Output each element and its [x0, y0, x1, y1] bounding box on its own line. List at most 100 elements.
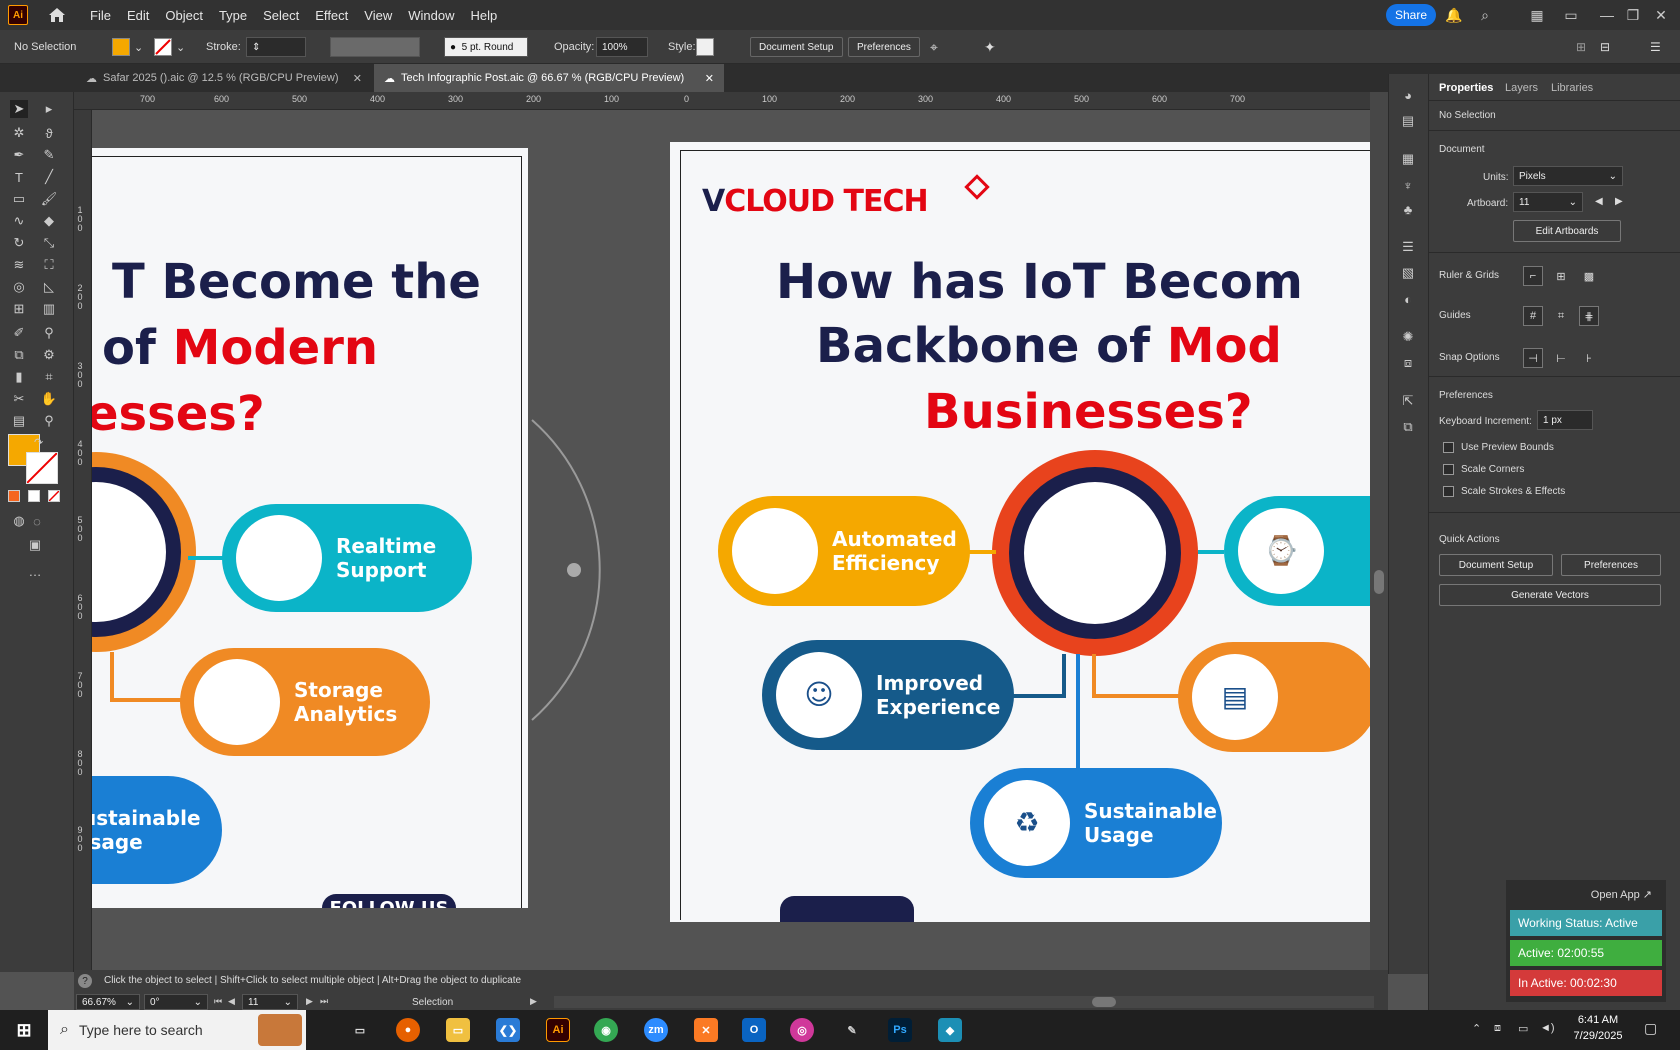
measure-icon[interactable]: ⚲	[40, 324, 58, 342]
clock-date[interactable]: 7/29/2025	[1568, 1030, 1628, 1042]
brushes-icon[interactable]: ♆	[1399, 176, 1417, 194]
graph-tool-icon[interactable]: ▮	[10, 368, 28, 386]
preferences-button[interactable]: Preferences	[1561, 554, 1661, 576]
prev-artboard-icon[interactable]: ◀	[228, 996, 235, 1007]
transparency-grid-icon[interactable]: ▩	[1579, 266, 1599, 286]
smart-guides-icon[interactable]: ⋕	[1579, 306, 1599, 326]
vscode-icon[interactable]: ❮❯	[496, 1018, 520, 1042]
menu-view[interactable]: View	[356, 8, 400, 23]
guides-show-icon[interactable]: #	[1523, 306, 1543, 326]
brush-definition[interactable]: ● 5 pt. Round	[444, 37, 528, 57]
print-tiling-icon[interactable]: ▤	[10, 412, 28, 430]
firefox-icon[interactable]: ●	[396, 1018, 420, 1042]
selection-tool-icon[interactable]: ➤	[10, 100, 28, 118]
curvature-tool-icon[interactable]: ✎	[40, 146, 58, 164]
draw-normal-icon[interactable]: ◍	[10, 512, 28, 530]
tab-properties[interactable]: Properties	[1439, 82, 1493, 94]
blend-tool-icon[interactable]: ⧉	[10, 346, 28, 364]
use-preview-bounds-checkbox[interactable]	[1443, 442, 1454, 453]
generate-vectors-button[interactable]: Generate Vectors	[1439, 584, 1661, 606]
perspective-grid-icon[interactable]: ◺	[40, 278, 58, 296]
opacity-field[interactable]: 100%	[596, 37, 648, 57]
document-setup-button[interactable]: Document Setup	[750, 37, 843, 57]
shape-builder-icon[interactable]: ◎	[10, 278, 28, 296]
scale-corners-checkbox[interactable]	[1443, 464, 1454, 475]
shaper-tool-icon[interactable]: ∿	[10, 212, 28, 230]
draw-behind-icon[interactable]: ◌	[28, 512, 46, 530]
previous-artboard-icon[interactable]: ◀	[1595, 196, 1603, 207]
rotate-tool-icon[interactable]: ↻	[10, 234, 28, 252]
help-icon[interactable]: ?	[78, 974, 92, 988]
tab-layers[interactable]: Layers	[1505, 82, 1538, 94]
app-diamond-icon[interactable]: ◆	[938, 1018, 962, 1042]
symbols-icon[interactable]: ♣	[1399, 200, 1417, 218]
keyboard-increment-field[interactable]: 1 px	[1537, 410, 1593, 430]
notifications-icon[interactable]: ▢	[1644, 1020, 1657, 1037]
tab-tech-infographic[interactable]: ☁ Tech Infographic Post.aic @ 66.67 % (R…	[374, 64, 724, 92]
artboard-right[interactable]: VCLOUD TECH How has IoT Becom Backbone o…	[670, 142, 1370, 922]
creative-cloud-icon[interactable]: ◎	[790, 1018, 814, 1042]
more-tools-icon[interactable]: …	[26, 562, 44, 580]
close-icon[interactable]: ✕	[1652, 6, 1670, 24]
zoom-tool-icon[interactable]: ⚲	[40, 412, 58, 430]
canvas[interactable]: T Become the of Modern esses? Realtime S…	[92, 110, 1370, 970]
pen-app-icon[interactable]: ✎	[840, 1018, 864, 1042]
fill-swatch[interactable]	[112, 38, 130, 56]
menu-window[interactable]: Window	[400, 8, 462, 23]
document-setup-button[interactable]: Document Setup	[1439, 554, 1553, 576]
scale-tool-icon[interactable]: ⤡	[40, 234, 58, 252]
scale-strokes-checkbox[interactable]	[1443, 486, 1454, 497]
next-artboard-icon[interactable]: ▶	[1615, 196, 1623, 207]
illustrator-taskbar-icon[interactable]: Ai	[546, 1018, 570, 1042]
minimize-icon[interactable]: —	[1598, 6, 1616, 24]
artboard-navigator[interactable]: 11 ⌄	[242, 994, 298, 1010]
xampp-icon[interactable]: ✕	[694, 1018, 718, 1042]
tray-app-icon[interactable]: ⧈	[1494, 1022, 1501, 1035]
variable-width-profile[interactable]	[330, 37, 420, 57]
gradient-tool-icon[interactable]: ▥	[40, 300, 58, 318]
outlook-icon[interactable]: O	[742, 1018, 766, 1042]
units-select[interactable]: Pixels ⌄	[1513, 166, 1623, 186]
stroke-panel-icon[interactable]: ☰	[1399, 238, 1417, 256]
artboard-tool-icon[interactable]: ⌗	[40, 368, 58, 386]
workspace-icon[interactable]: ▦	[1528, 6, 1546, 24]
appearance-icon[interactable]: ✺	[1399, 328, 1417, 346]
menu-object[interactable]: Object	[157, 8, 211, 23]
gradient-mode-icon[interactable]	[28, 490, 40, 502]
grid-toggle-icon[interactable]: ⊞	[1551, 266, 1571, 286]
first-artboard-icon[interactable]: ⏮	[214, 996, 222, 1007]
next-artboard-icon[interactable]: ▶	[306, 996, 313, 1007]
stroke-color-swatch[interactable]	[26, 452, 58, 484]
tab-libraries[interactable]: Libraries	[1551, 82, 1593, 94]
menu-file[interactable]: File	[82, 8, 119, 23]
photoshop-icon[interactable]: Ps	[888, 1018, 912, 1042]
last-artboard-icon[interactable]: ⏭	[320, 996, 328, 1007]
network-icon[interactable]: ▭	[1518, 1022, 1528, 1035]
chrome-icon[interactable]: ◉	[594, 1018, 618, 1042]
artboard-left[interactable]: T Become the of Modern esses? Realtime S…	[92, 148, 528, 908]
symbol-sprayer-icon[interactable]: ⚙	[40, 346, 58, 364]
scroll-thumb[interactable]	[1374, 570, 1384, 594]
horizontal-scrollbar[interactable]	[554, 996, 1374, 1008]
menu-select[interactable]: Select	[255, 8, 307, 23]
snap-glyph-icon[interactable]: ⊦	[1579, 348, 1599, 368]
color-mode-icon[interactable]	[8, 490, 20, 502]
hand-tool-icon[interactable]: ✋	[40, 390, 58, 408]
artboard-select[interactable]: 11 ⌄	[1513, 192, 1583, 212]
canvas-scrollbar[interactable]	[1370, 92, 1388, 970]
gradient-panel-icon[interactable]: ▧	[1399, 264, 1417, 282]
stroke-swatch[interactable]	[154, 38, 172, 56]
type-tool-icon[interactable]: T	[10, 168, 28, 186]
zoom-field[interactable]: 66.67% ⌄	[76, 994, 140, 1010]
screen-mode-icon[interactable]: ▣	[26, 536, 44, 554]
clock-time[interactable]: 6:41 AM	[1572, 1014, 1624, 1026]
snap-pixel-icon[interactable]: ⊢	[1551, 348, 1571, 368]
recolor-icon[interactable]: ✦	[984, 30, 996, 64]
menu-help[interactable]: Help	[462, 8, 505, 23]
file-explorer-icon[interactable]: ▭	[446, 1018, 470, 1042]
task-view-icon[interactable]: ▭	[348, 1018, 372, 1042]
preferences-button[interactable]: Preferences	[848, 37, 920, 57]
volume-icon[interactable]: ◄)	[1540, 1022, 1555, 1034]
menu-lines-icon[interactable]: ☰	[1650, 30, 1661, 64]
scroll-thumb[interactable]	[1092, 997, 1116, 1007]
